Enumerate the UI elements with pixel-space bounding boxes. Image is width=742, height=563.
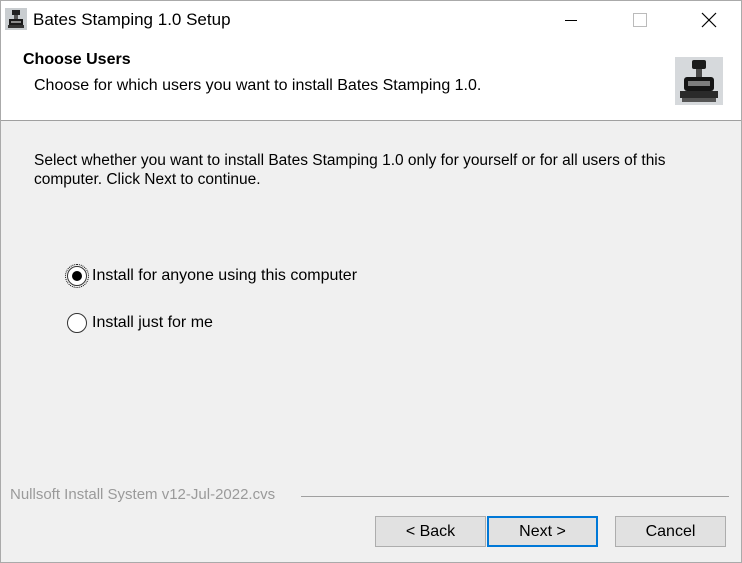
- page-subtitle: Choose for which users you want to insta…: [34, 77, 482, 94]
- cancel-button[interactable]: Cancel: [615, 516, 726, 547]
- app-icon: [5, 8, 27, 30]
- close-icon: [701, 12, 717, 28]
- option-label[interactable]: Install for anyone using this computer: [92, 267, 357, 285]
- minimize-button[interactable]: [536, 1, 606, 39]
- page-header: Choose Users Choose for which users you …: [1, 39, 741, 121]
- title-bar[interactable]: Bates Stamping 1.0 Setup: [1, 1, 741, 39]
- next-button[interactable]: Next >: [487, 516, 598, 547]
- maximize-icon: [633, 13, 647, 27]
- branding-divider: [301, 496, 729, 497]
- radio-install-all-users[interactable]: [65, 264, 89, 288]
- window-title: Bates Stamping 1.0 Setup: [33, 10, 231, 29]
- instructions-text: Select whether you want to install Bates…: [34, 152, 666, 188]
- minimize-icon: [565, 20, 577, 21]
- branding-text: Nullsoft Install System v12-Jul-2022.cvs: [10, 486, 276, 503]
- option-label[interactable]: Install just for me: [92, 314, 213, 332]
- close-button[interactable]: [674, 1, 742, 39]
- radio-install-just-me[interactable]: [67, 313, 87, 333]
- back-button[interactable]: < Back: [375, 516, 486, 547]
- option-install-just-me[interactable]: Install just for me: [67, 312, 213, 334]
- setup-window: Bates Stamping 1.0 Setup Choose Users Ch…: [0, 0, 742, 563]
- stamp-machine-icon: [675, 57, 723, 105]
- maximize-button[interactable]: [605, 1, 675, 39]
- option-install-all-users[interactable]: Install for anyone using this computer: [65, 264, 357, 288]
- page-title: Choose Users: [23, 51, 131, 68]
